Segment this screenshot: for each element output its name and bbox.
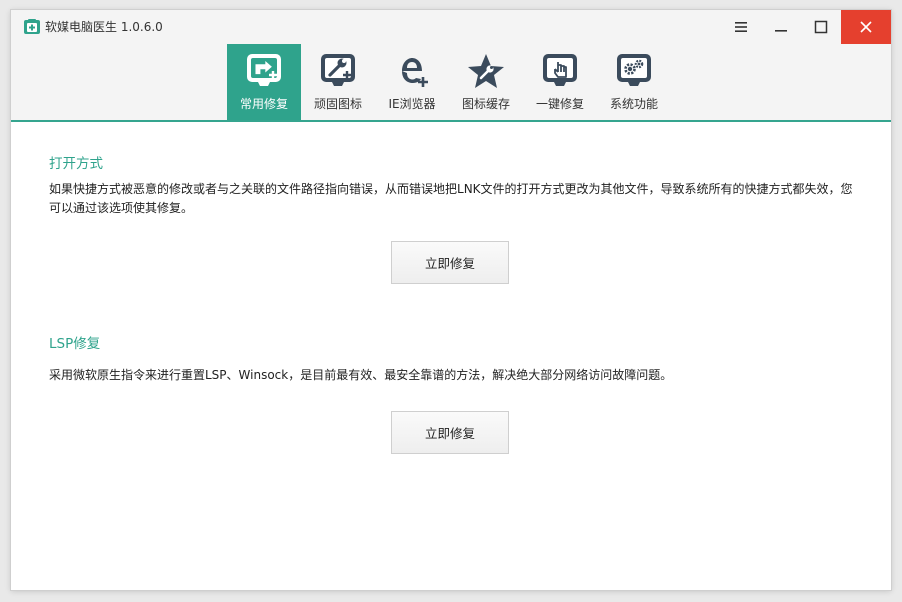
tab-label: 系统功能 xyxy=(609,97,658,111)
menu-button[interactable] xyxy=(721,10,761,44)
close-icon xyxy=(860,21,872,33)
tab-common-repair[interactable]: 常用修复 xyxy=(227,44,301,120)
tab-label: 常用修复 xyxy=(239,97,288,111)
menu-icon xyxy=(735,22,747,32)
repair-now-button-open-with[interactable]: 立即修复 xyxy=(391,241,509,284)
shortcut-repair-icon xyxy=(247,54,281,86)
tab-label: IE浏览器 xyxy=(388,97,436,111)
description-line: 如果快捷方式被恶意的修改或者与之关联的文件路径指向错误，从而错误地把LNK文件的… xyxy=(49,182,853,196)
window-title: 软媒电脑医生 1.0.6.0 xyxy=(45,20,163,34)
app-window: 软媒电脑医生 1.0.6.0 常用修复 顽固图标 IE浏览器 图标缓存 一键修复… xyxy=(11,10,891,590)
tab-system-functions[interactable]: 系统功能 xyxy=(597,44,671,120)
section-title-open-with: 打开方式 xyxy=(49,156,103,172)
description-line: 可以通过该选项使其修复。 xyxy=(49,201,194,215)
maximize-icon xyxy=(814,20,828,34)
section-description-lsp-repair: 采用微软原生指令来进行重置LSP、Winsock，是目前最有效、最安全靠谱的方法… xyxy=(49,366,859,385)
section-description-open-with: 如果快捷方式被恶意的修改或者与之关联的文件路径指向错误，从而错误地把LNK文件的… xyxy=(49,180,859,218)
tab-stubborn-icons[interactable]: 顽固图标 xyxy=(301,44,375,120)
star-wrench-icon xyxy=(468,54,504,88)
tab-ie-browser[interactable]: IE浏览器 xyxy=(375,44,449,120)
tab-label: 一键修复 xyxy=(535,97,584,111)
tab-icon-cache[interactable]: 图标缓存 xyxy=(449,44,523,120)
title-bar[interactable]: 软媒电脑医生 1.0.6.0 xyxy=(11,10,891,44)
minimize-button[interactable] xyxy=(761,10,801,44)
hand-click-icon xyxy=(543,54,577,86)
minimize-icon xyxy=(775,30,787,32)
app-logo-icon xyxy=(24,19,40,34)
main-toolbar: 常用修复 顽固图标 IE浏览器 图标缓存 一键修复 系统功能 xyxy=(11,44,891,122)
ie-browser-icon xyxy=(402,58,428,87)
description-line: 采用微软原生指令来进行重置LSP、Winsock，是目前最有效、最安全靠谱的方法… xyxy=(49,368,673,382)
wrench-icon xyxy=(321,54,355,86)
maximize-button[interactable] xyxy=(801,10,841,44)
section-title-lsp-repair: LSP修复 xyxy=(49,336,101,352)
tab-label: 顽固图标 xyxy=(313,97,362,111)
repair-now-button-lsp[interactable]: 立即修复 xyxy=(391,411,509,454)
tab-label: 图标缓存 xyxy=(461,97,510,111)
tab-one-click-repair[interactable]: 一键修复 xyxy=(523,44,597,120)
gears-icon xyxy=(617,54,651,86)
close-button[interactable] xyxy=(841,10,891,44)
